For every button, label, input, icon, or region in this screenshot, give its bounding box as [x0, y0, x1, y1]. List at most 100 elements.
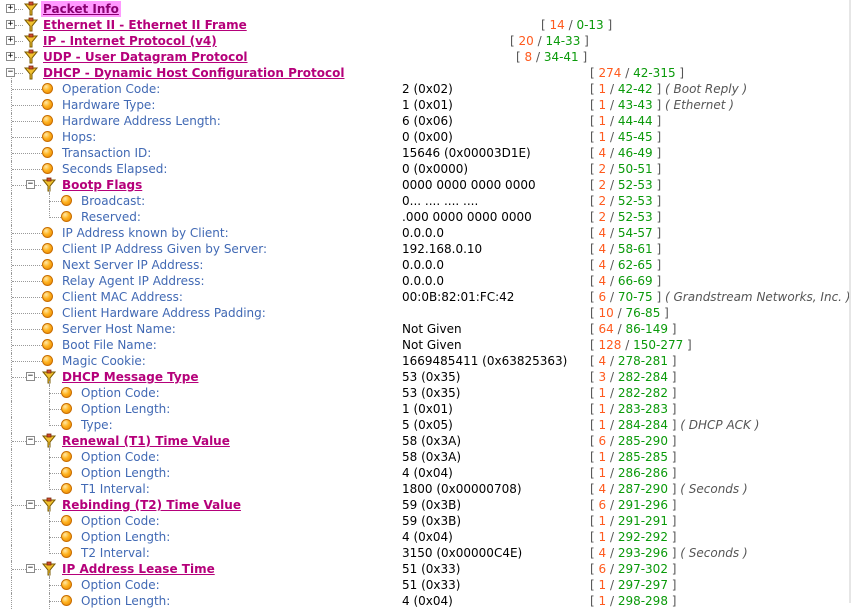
option-header[interactable]: IP Address Lease Time: [62, 561, 215, 577]
tree-guide-line: [12, 121, 42, 122]
expand-box-icon[interactable]: +: [6, 20, 15, 29]
tree-guide-line: [49, 457, 61, 458]
tree-guide-line: [49, 601, 61, 602]
field-label: Operation Code:: [62, 82, 161, 96]
field-value: 1669485411 (0x63825363): [402, 354, 568, 368]
field-row[interactable]: Option Length: 4 (0x04) [ 1 / 292-292 ]: [0, 529, 851, 545]
protocol-header[interactable]: Ethernet II - Ethernet II Frame: [43, 17, 247, 33]
field-value: 0.0.0.0: [402, 226, 444, 240]
field-bullet-icon: [42, 83, 53, 94]
protocol-header[interactable]: Packet Info: [41, 1, 121, 17]
field-row[interactable]: Server Host Name: Not Given [ 64 / 86-149 …: [0, 321, 851, 337]
field-row[interactable]: T1 Interval: 1800 (0x00000708) [ 4 / 287-2…: [0, 481, 851, 497]
field-row[interactable]: Client Hardware Address Padding: [ 10 / 7…: [0, 305, 851, 321]
tree-node-row[interactable]: + Ethernet II - Ethernet II Frame [ 14 / 0…: [0, 17, 851, 33]
field-bullet-icon: [42, 99, 53, 110]
option-header[interactable]: Rebinding (T2) Time Value: [62, 497, 241, 513]
tree-node-row[interactable]: − IP Address Lease Time 51 (0x33) [ 6 / 297…: [0, 561, 851, 577]
byte-offset: 54-57: [617, 226, 653, 240]
field-row[interactable]: Option Code: 58 (0x3A) [ 1 / 285-285 ]: [0, 449, 851, 465]
field-row[interactable]: T2 Interval: 3150 (0x00000C4E) [ 4 / 293-2…: [0, 545, 851, 561]
field-row[interactable]: Client MAC Address: 00:0B:82:01:FC:42 [ 6 …: [0, 289, 851, 305]
field-row[interactable]: Operation Code: 2 (0x02) [ 1 / 42-42 ] ( B…: [0, 81, 851, 97]
tree-node-row[interactable]: + UDP - User Datagram Protocol [ 8 / 34-41…: [0, 49, 851, 65]
option-header[interactable]: Bootp Flags: [62, 177, 142, 193]
field-row[interactable]: Hops: 0 (0x00) [ 1 / 45-45 ]: [0, 129, 851, 145]
byte-length: 1: [598, 514, 607, 528]
field-row[interactable]: Option Length: 4 (0x04) [ 1 / 286-286 ]: [0, 465, 851, 481]
field-row[interactable]: Next Server IP Address: 0.0.0.0 [ 4 / 62-6…: [0, 257, 851, 273]
field-label: Client Hardware Address Padding:: [62, 306, 266, 320]
protocol-header[interactable]: IP - Internet Protocol (v4): [43, 33, 217, 49]
field-row[interactable]: Hardware Type: 1 (0x01) [ 1 / 43-43 ] ( Et…: [0, 97, 851, 113]
field-value: 2 (0x02): [402, 82, 453, 96]
byte-length: 128: [598, 338, 622, 352]
protocol-node-icon: [23, 65, 39, 80]
byte-offset: 66-69: [617, 274, 653, 288]
field-value: 1 (0x01): [402, 98, 453, 112]
field-label: Option Code:: [81, 386, 160, 400]
field-bullet-icon: [42, 275, 53, 286]
tree-guide-line: [49, 553, 61, 554]
protocol-header[interactable]: DHCP - Dynamic Host Configuration Protoc…: [43, 65, 344, 81]
protocol-node-icon: [23, 1, 39, 16]
byte-range: [ 1 / 42-42 ] ( Boot Reply ): [590, 82, 748, 96]
expand-box-icon[interactable]: +: [6, 36, 15, 45]
field-value: 0000 0000 0000 0000: [402, 178, 536, 192]
byte-offset: 52-53: [617, 178, 653, 192]
field-row[interactable]: Option Length: 1 (0x01) [ 1 / 283-283 ]: [0, 401, 851, 417]
byte-range: [ 20 / 14-33 ]: [510, 34, 589, 48]
field-row[interactable]: Option Code: 59 (0x3B) [ 1 / 291-291 ]: [0, 513, 851, 529]
tree-node-row[interactable]: + Packet Info: [0, 1, 851, 17]
field-row[interactable]: Boot File Name: Not Given [ 128 / 150-277 …: [0, 337, 851, 353]
protocol-header[interactable]: UDP - User Datagram Protocol: [43, 49, 248, 65]
expand-box-icon[interactable]: −: [26, 372, 35, 381]
field-bullet-icon: [61, 483, 72, 494]
field-row[interactable]: Type: 5 (0x05) [ 1 / 284-284 ] ( DHCP ACK …: [0, 417, 851, 433]
field-row[interactable]: Transaction ID: 15646 (0x00003D1E) [ 4 / 4…: [0, 145, 851, 161]
field-label: Option Length:: [81, 594, 171, 608]
byte-offset: 70-75: [617, 290, 653, 304]
field-row[interactable]: Option Code: 53 (0x35) [ 1 / 282-282 ]: [0, 385, 851, 401]
byte-offset: 293-296: [617, 546, 668, 560]
field-row[interactable]: Relay Agent IP Address: 0.0.0.0 [ 4 / 66-6…: [0, 273, 851, 289]
tree-node-row[interactable]: + IP - Internet Protocol (v4) [ 20 / 14-33…: [0, 33, 851, 49]
protocol-node-icon: [23, 17, 39, 32]
expand-box-icon[interactable]: −: [26, 500, 35, 509]
tree-node-row[interactable]: − Rebinding (T2) Time Value 59 (0x3B) [ 6 /…: [0, 497, 851, 513]
field-row[interactable]: Hardware Address Length: 6 (0x06) [ 1 / 44…: [0, 113, 851, 129]
tree-node-row[interactable]: − DHCP Message Type 53 (0x35) [ 3 / 282-284…: [0, 369, 851, 385]
field-row[interactable]: Client IP Address Given by Server: 192.16…: [0, 241, 851, 257]
packet-decode-tree[interactable]: + Packet Info + Ethernet II - Ethernet II F…: [0, 1, 851, 609]
byte-length: 1: [598, 82, 607, 96]
tree-node-row[interactable]: − DHCP - Dynamic Host Configuration Proto…: [0, 65, 851, 81]
expand-box-icon[interactable]: −: [6, 68, 15, 77]
expand-box-icon[interactable]: −: [26, 436, 35, 445]
field-annotation: Ethernet: [673, 98, 726, 112]
byte-length: 1: [598, 98, 607, 112]
tree-guide-line: [12, 153, 42, 154]
field-row[interactable]: Reserved: .000 0000 0000 0000 [ 2 / 52-53 …: [0, 209, 851, 225]
field-row[interactable]: Seconds Elapsed: 0 (0x0000) [ 2 / 50-51 ]: [0, 161, 851, 177]
expand-box-icon[interactable]: −: [26, 564, 35, 573]
byte-range: [ 128 / 150-277 ]: [590, 338, 692, 352]
option-header[interactable]: Renewal (T1) Time Value: [62, 433, 230, 449]
field-row[interactable]: Broadcast: 0... .... .... .... [ 2 / 52-53…: [0, 193, 851, 209]
field-row[interactable]: Magic Cookie: 1669485411 (0x63825363) [ 4 …: [0, 353, 851, 369]
field-bullet-icon: [42, 227, 53, 238]
expand-box-icon[interactable]: +: [6, 4, 15, 13]
byte-offset: 285-285: [617, 450, 668, 464]
tree-node-row[interactable]: − Renewal (T1) Time Value 58 (0x3A) [ 6 / 2…: [0, 433, 851, 449]
field-row[interactable]: Option Code: 51 (0x33) [ 1 / 297-297 ]: [0, 577, 851, 593]
option-header[interactable]: DHCP Message Type: [62, 369, 198, 385]
tree-node-row[interactable]: − Bootp Flags 0000 0000 0000 0000 [ 2 / 52-…: [0, 177, 851, 193]
field-row[interactable]: IP Address known by Client: 0.0.0.0 [ 4 / …: [0, 225, 851, 241]
tree-guide-line: [11, 193, 13, 209]
field-bullet-icon: [61, 531, 72, 542]
protocol-node-icon: [23, 33, 39, 48]
expand-box-icon[interactable]: −: [26, 180, 35, 189]
field-value: 15646 (0x00003D1E): [402, 146, 531, 160]
field-row[interactable]: Option Length: 4 (0x04) [ 1 / 298-298 ]: [0, 593, 851, 609]
expand-box-icon[interactable]: +: [6, 52, 15, 61]
byte-range: [ 1 / 283-283 ]: [590, 402, 677, 416]
